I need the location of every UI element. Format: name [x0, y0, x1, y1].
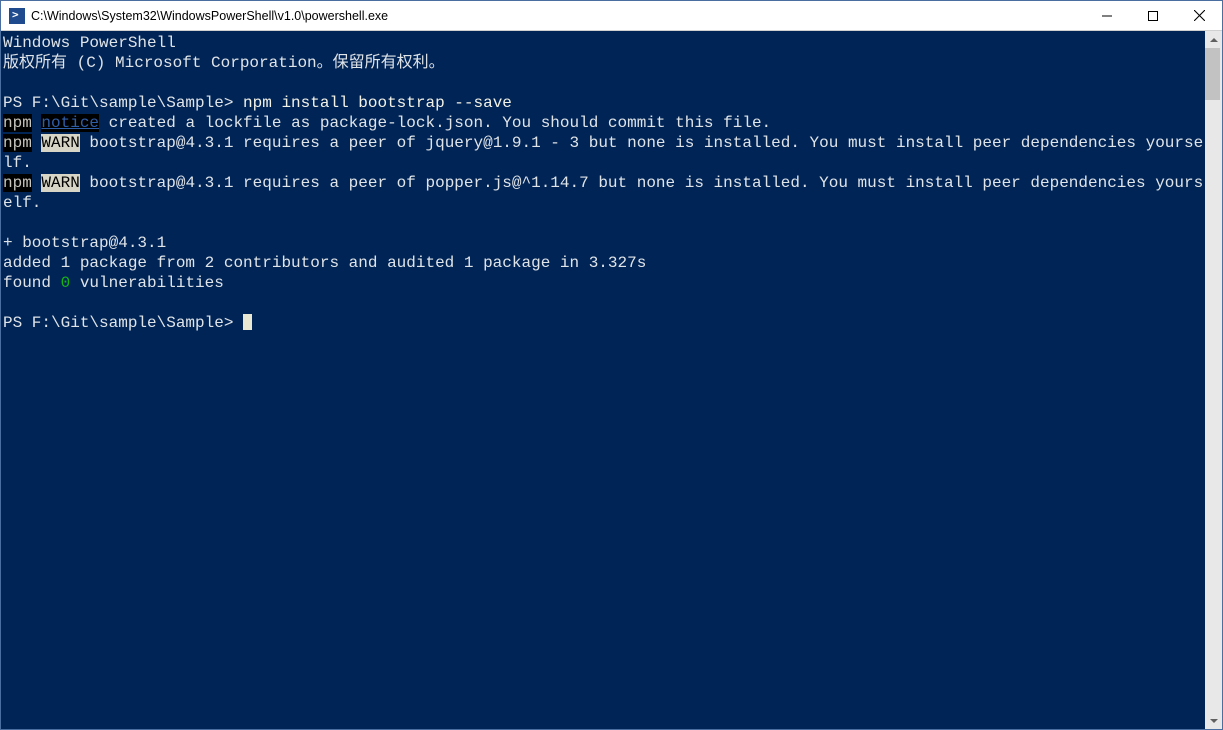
cursor — [243, 314, 252, 330]
scroll-thumb[interactable] — [1205, 48, 1220, 100]
prompt-path: PS F:\Git\sample\Sample> — [3, 314, 243, 332]
powershell-icon — [9, 8, 25, 24]
vertical-scrollbar[interactable] — [1205, 31, 1222, 729]
install-summary: added 1 package from 2 contributors and … — [3, 254, 646, 272]
window-title: C:\Windows\System32\WindowsPowerShell\v1… — [31, 9, 1084, 23]
vuln-suffix: vulnerabilities — [70, 274, 224, 292]
maximize-button[interactable] — [1130, 1, 1176, 30]
npm-tag: npm — [3, 134, 32, 152]
prompt-path: PS F:\Git\sample\Sample> — [3, 94, 243, 112]
scroll-track[interactable] — [1205, 48, 1222, 712]
notice-tag: notice — [41, 114, 99, 132]
npm-tag: npm — [3, 174, 32, 192]
ps-copyright: 版权所有 (C) Microsoft Corporation。保留所有权利。 — [3, 54, 445, 72]
warn-tag: WARN — [41, 134, 79, 152]
vuln-count: 0 — [61, 274, 71, 292]
powershell-window: C:\Windows\System32\WindowsPowerShell\v1… — [0, 0, 1223, 730]
notice-text: created a lockfile as package-lock.json.… — [99, 114, 771, 132]
warn-text: bootstrap@4.3.1 requires a peer of jquer… — [3, 134, 1203, 172]
install-result: + bootstrap@4.3.1 — [3, 234, 166, 252]
client-area: Windows PowerShell 版权所有 (C) Microsoft Co… — [1, 31, 1222, 729]
vuln-prefix: found — [3, 274, 61, 292]
scroll-down-button[interactable] — [1205, 712, 1222, 729]
space — [32, 114, 42, 132]
npm-tag: npm — [3, 114, 32, 132]
close-button[interactable] — [1176, 1, 1222, 30]
scroll-up-button[interactable] — [1205, 31, 1222, 48]
titlebar[interactable]: C:\Windows\System32\WindowsPowerShell\v1… — [1, 1, 1222, 31]
minimize-button[interactable] — [1084, 1, 1130, 30]
space — [32, 134, 42, 152]
ps-header: Windows PowerShell — [3, 34, 176, 52]
command-text: npm install bootstrap --save — [243, 94, 512, 112]
space — [32, 174, 42, 192]
terminal-output[interactable]: Windows PowerShell 版权所有 (C) Microsoft Co… — [1, 31, 1205, 729]
window-controls — [1084, 1, 1222, 30]
warn-tag: WARN — [41, 174, 79, 192]
warn-text: bootstrap@4.3.1 requires a peer of poppe… — [3, 174, 1203, 212]
